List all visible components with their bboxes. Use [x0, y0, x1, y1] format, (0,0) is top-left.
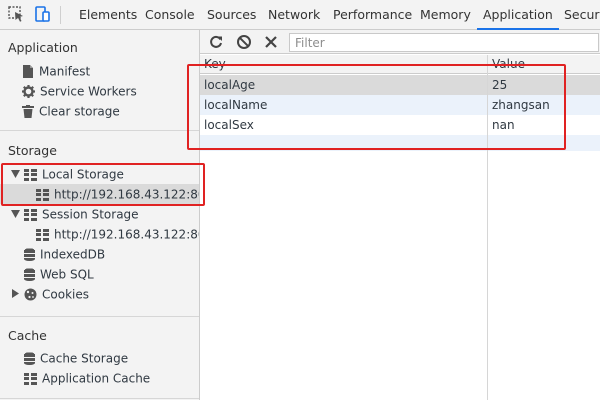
row-value: zhangsan — [492, 98, 550, 112]
sidebar-item-label: Application Cache — [42, 371, 151, 386]
sidebar-item-clear-storage[interactable]: Clear storage — [22, 101, 120, 121]
sidebar-item-label: IndexedDB — [40, 247, 106, 262]
application-sidebar: Application Manifest Service Workers Cle… — [0, 30, 200, 400]
sidebar-item-label: Cache Storage — [40, 351, 129, 366]
database-icon — [24, 248, 35, 261]
section-divider — [0, 398, 199, 399]
sidebar-item-web-sql[interactable]: Web SQL — [24, 264, 94, 284]
collapse-triangle-icon[interactable] — [12, 289, 19, 298]
tab-security[interactable]: Securit — [564, 0, 600, 30]
toolbar-separator — [60, 6, 61, 24]
empty-row — [200, 135, 600, 151]
section-divider — [0, 316, 199, 317]
sidebar-item-label: Session Storage — [42, 207, 139, 222]
expand-triangle-icon[interactable] — [11, 210, 20, 218]
sidebar-item-label: http://192.168.43.122:8000 — [54, 227, 199, 242]
tab-sources[interactable]: Sources — [207, 0, 256, 30]
section-title-application: Application — [8, 40, 78, 55]
grid-icon — [36, 228, 49, 241]
sidebar-item-label: Web SQL — [40, 267, 94, 282]
sidebar-item-manifest[interactable]: Manifest — [22, 61, 90, 81]
sidebar-item-indexeddb[interactable]: IndexedDB — [24, 244, 105, 264]
sidebar-item-application-cache[interactable]: Application Cache — [24, 368, 150, 388]
grid-icon — [36, 188, 49, 201]
sidebar-item-label: Manifest — [39, 64, 91, 79]
sidebar-item-session-storage-origin[interactable]: http://192.168.43.122:8000 — [36, 224, 199, 244]
device-toolbar-icon[interactable] — [34, 6, 50, 22]
trash-icon — [22, 105, 34, 118]
tab-application[interactable]: Application — [477, 0, 559, 30]
refresh-icon[interactable] — [208, 34, 224, 50]
database-icon — [24, 268, 35, 281]
sidebar-item-cookies[interactable]: Cookies — [24, 284, 89, 304]
grid-header: Key Value — [200, 55, 600, 74]
gear-icon — [22, 85, 35, 98]
sidebar-item-service-workers[interactable]: Service Workers — [22, 81, 137, 101]
column-divider — [487, 55, 488, 400]
tab-memory[interactable]: Memory — [420, 0, 471, 30]
row-key: localSex — [204, 118, 254, 132]
tab-network[interactable]: Network — [268, 0, 320, 30]
sidebar-item-label: http://192.168.43.122:8000 — [54, 187, 199, 202]
sidebar-item-label: Local Storage — [42, 167, 124, 182]
cookie-icon — [24, 288, 37, 301]
sidebar-item-cache-storage[interactable]: Cache Storage — [24, 348, 128, 368]
tab-elements[interactable]: Elements — [79, 0, 137, 30]
sidebar-item-label: Cookies — [42, 287, 89, 302]
sidebar-item-label: Service Workers — [40, 84, 137, 99]
row-value: 25 — [492, 78, 508, 92]
storage-data-grid: Key Value localAge 25 localName zhangsan… — [200, 55, 600, 400]
row-key: localAge — [204, 78, 256, 92]
grid-icon — [24, 372, 37, 385]
document-icon — [23, 65, 33, 78]
grid-icon — [24, 208, 37, 221]
expand-triangle-icon[interactable] — [11, 170, 20, 178]
storage-toolbar — [200, 30, 600, 54]
row-key: localName — [204, 98, 268, 112]
grid-icon — [24, 168, 37, 181]
filter-input[interactable] — [289, 33, 599, 52]
section-title-cache: Cache — [8, 328, 47, 343]
sidebar-item-local-storage-origin[interactable]: http://192.168.43.122:8000 — [0, 184, 199, 204]
section-title-storage: Storage — [8, 143, 57, 158]
sidebar-item-local-storage[interactable]: Local Storage — [24, 164, 124, 184]
devtools-tab-bar: Elements Console Sources Network Perform… — [0, 0, 600, 30]
table-row[interactable]: localSex nan — [200, 115, 600, 135]
inspect-element-icon[interactable] — [8, 6, 24, 22]
column-header-key[interactable]: Key — [204, 57, 226, 71]
row-value: nan — [492, 118, 515, 132]
section-divider — [0, 130, 199, 131]
close-icon[interactable] — [263, 34, 279, 50]
column-header-value[interactable]: Value — [492, 57, 525, 71]
sidebar-item-label: Clear storage — [39, 104, 120, 119]
database-icon — [24, 352, 35, 365]
tab-console[interactable]: Console — [145, 0, 195, 30]
table-row[interactable]: localName zhangsan — [200, 95, 600, 115]
storage-panel: Key Value localAge 25 localName zhangsan… — [200, 30, 600, 400]
sidebar-item-session-storage[interactable]: Session Storage — [24, 204, 139, 224]
tab-performance[interactable]: Performance — [333, 0, 412, 30]
block-icon[interactable] — [236, 34, 252, 50]
table-row[interactable]: localAge 25 — [200, 75, 600, 95]
